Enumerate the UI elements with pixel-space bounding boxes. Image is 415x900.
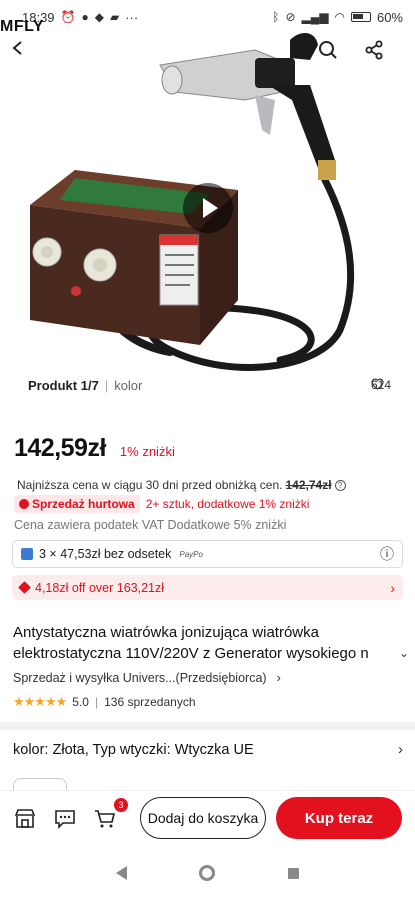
rating-value: 5.0: [72, 695, 89, 709]
seller-row[interactable]: Sprzedaż i wysyłka Univers...(Przedsiębi…: [13, 671, 281, 685]
system-back-icon[interactable]: [116, 866, 128, 880]
rating-separator: |: [94, 695, 99, 709]
share-icon: [365, 40, 383, 60]
wholesale-text: 2+ sztuk, dodatkowe 1% zniżki: [145, 497, 310, 511]
tag-icon: [19, 499, 29, 509]
store-button[interactable]: [10, 804, 40, 834]
search-icon: [319, 41, 337, 59]
status-bar: 18:39 ⏰ ● ◆ ▰ ··· ᛒ ⊘ ▂▄▆ ◠ 60%: [0, 0, 415, 34]
info-circle-icon: ⓘ: [380, 546, 394, 562]
product-title[interactable]: Antystatyczna wiatrówka jonizująca wiatr…: [13, 622, 399, 664]
add-to-cart-button[interactable]: Dodaj do koszyka: [140, 797, 266, 839]
brand-overlay: MFLY: [0, 18, 45, 35]
search-button[interactable]: [318, 40, 354, 76]
chevron-right-icon: ›: [398, 741, 403, 758]
coupon-row[interactable]: 4,18zł off over 163,21zł ›: [12, 575, 403, 600]
paypo-logo: PayPo: [179, 549, 203, 559]
battery-icon: [350, 12, 371, 22]
battery-level: 60%: [376, 9, 403, 25]
current-price: 142,59zł: [14, 434, 106, 462]
discount-label: 1% zniżki: [119, 444, 175, 459]
variant-selector[interactable]: kolor: Złota, Typ wtyczki: Wtyczka UE ›: [13, 741, 403, 758]
back-arrow-icon: [12, 41, 22, 55]
vat-note: Cena zawiera podatek VAT Dodatkowe 5% zn…: [14, 518, 287, 532]
chevron-right-icon: ›: [390, 579, 395, 596]
cart-count-badge: 3: [114, 797, 128, 812]
wholesale-row: Sprzedaż hurtowa 2+ sztuk, dodatkowe 1% …: [14, 495, 309, 513]
cart-button[interactable]: 3: [90, 797, 128, 834]
heart-icon: [371, 378, 384, 390]
calendar-icon: [21, 548, 33, 560]
play-video-button[interactable]: [183, 183, 233, 233]
installment-text: 3 × 47,53zł bez odsetek: [39, 547, 172, 561]
alarm-icon: ⏰: [60, 10, 76, 24]
status-more: ···: [125, 9, 139, 25]
coupon-text: 4,18zł off over 163,21zł: [35, 580, 165, 595]
wishlist-button[interactable]: 614: [371, 378, 391, 392]
installment-row[interactable]: 3 × 47,53zł bez odsetek PayPo ⓘ: [12, 540, 403, 568]
rating-row[interactable]: ★★★★★ 5.0 | 136 sprzedanych: [13, 694, 196, 710]
buy-now-button[interactable]: Kup teraz: [276, 797, 402, 839]
system-recents-icon[interactable]: [287, 867, 299, 879]
signal-icon: ▂▄▆: [301, 10, 329, 24]
chat-button[interactable]: [50, 804, 80, 834]
notification-icon: ◆: [94, 10, 104, 24]
system-home-icon[interactable]: [199, 865, 216, 881]
circle-app-icon: ●: [81, 10, 89, 24]
system-navigation-bar: [0, 846, 415, 900]
sold-count: 136 sprzedanych: [104, 695, 196, 709]
pager-separator: |: [104, 378, 109, 393]
expand-title-icon[interactable]: ⌄: [399, 646, 409, 660]
play-icon: [202, 198, 218, 218]
mute-icon: ⊘: [285, 10, 296, 24]
back-button[interactable]: [10, 40, 46, 76]
share-button[interactable]: [364, 40, 400, 76]
star-rating-icon: ★★★★★: [13, 694, 67, 709]
product-gallery[interactable]: Produkt 1/7 | kolor 614: [0, 0, 415, 410]
chat-icon: [55, 809, 75, 829]
info-icon[interactable]: ?: [334, 479, 346, 491]
lowest-price-text: Najniższa cena w ciągu 30 dni przed obni…: [17, 478, 283, 492]
variant-selection-text: kolor: Złota, Typ wtyczki: Wtyczka UE: [13, 741, 254, 758]
status-right: ᛒ ⊘ ▂▄▆ ◠ 60%: [272, 10, 403, 25]
lowest-price-value: 142,74zł: [285, 478, 332, 492]
coupon-tag-icon: [18, 581, 31, 594]
wholesale-badge: Sprzedaż hurtowa: [14, 495, 140, 513]
seller-text: Sprzedaż i wysyłka Univers...(Przedsiębi…: [13, 671, 267, 685]
lowest-price-note: Najniższa cena w ciągu 30 dni przed obni…: [17, 478, 346, 492]
cart-icon: [95, 809, 116, 827]
bird-icon: ▰: [109, 10, 120, 24]
gallery-variant-label: kolor: [114, 378, 143, 393]
gallery-pager: Produkt 1/7 | kolor: [28, 378, 142, 393]
product-title-line-1: Antystatyczna wiatrówka jonizująca wiatr…: [13, 624, 319, 641]
product-counter: Produkt 1/7: [28, 378, 99, 393]
bluetooth-icon: ᛒ: [272, 10, 280, 24]
store-icon: [14, 808, 36, 828]
section-divider: [0, 722, 415, 730]
price-row: 142,59zł 1% zniżki: [14, 434, 175, 463]
wifi-icon: ◠: [334, 10, 345, 24]
chevron-right-icon: ›: [276, 671, 281, 685]
wholesale-badge-label: Sprzedaż hurtowa: [32, 497, 135, 511]
product-title-line-2: elektrostatyczna 110V/220V z Generator w…: [13, 645, 369, 662]
